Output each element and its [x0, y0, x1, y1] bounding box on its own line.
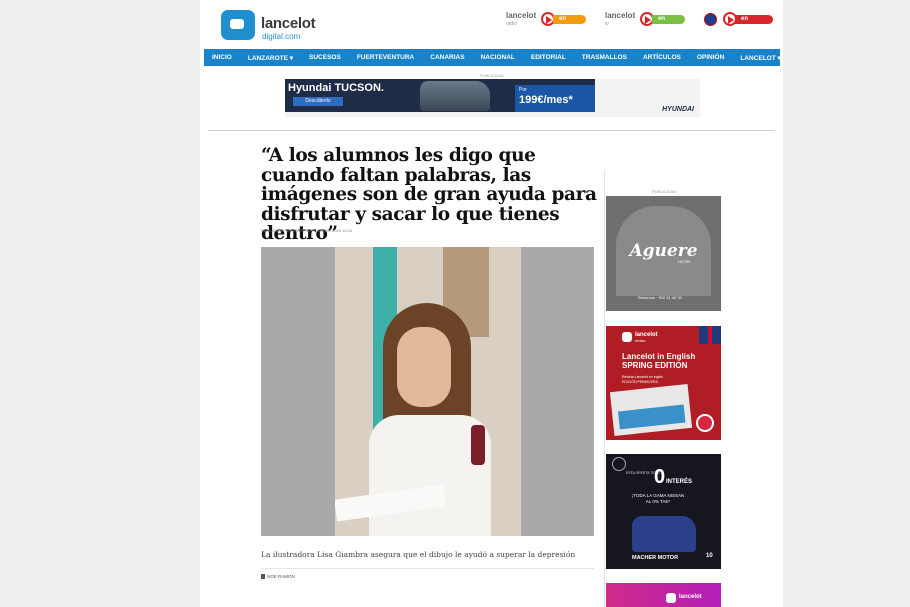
nav-item-articulos[interactable]: ARTÍCULOS: [635, 54, 689, 61]
hotel-sub: HOTEL: [678, 259, 692, 264]
lancelot-logo-icon: [622, 332, 632, 342]
offer-zero: 0: [654, 466, 666, 488]
sidebar-ad-nissan[interactable]: ESTA OFERTA TIENE 0 INTERÉS ¡TODA LA GAM…: [606, 454, 721, 569]
click-cursor-icon: [696, 414, 714, 432]
nav-item-lancelot[interactable]: LANCELOT ▾: [732, 54, 788, 62]
live-badge: en directo: [553, 15, 586, 31]
live-badge: en directo: [735, 15, 773, 31]
page: lancelot digital.com lancelot radio en d…: [200, 0, 783, 607]
hotel-name: Aguere: [629, 241, 698, 261]
nav-item-sucesos[interactable]: SUCESOS: [301, 54, 349, 61]
offer-interest: INTERÉS: [666, 479, 693, 485]
magazine-sub-1: Revista Lancelot en inglés: [622, 375, 663, 379]
live-badge: en directo: [652, 15, 685, 31]
offer-range: ¡TODA LA GAMA NISSAN AL 0% TAE*: [622, 493, 694, 505]
author-line[interactable]: NOE RAMÓN: [261, 574, 295, 580]
hotel-phone: Reservas · 922 31 40 30: [638, 295, 682, 300]
suv-image: [632, 516, 696, 552]
live-sub: tv: [605, 21, 609, 27]
price-prefix: Por: [519, 87, 527, 93]
sidebar-ad-lancelot[interactable]: lancelot: [606, 583, 721, 607]
nav-item-lanzarote[interactable]: LANZAROTE ▾: [240, 54, 301, 62]
warranty-badge: 10: [706, 553, 713, 559]
lancelot-logo-icon: [666, 593, 676, 603]
banner-cta-button[interactable]: Descúbrelo: [293, 97, 343, 106]
car-image: [420, 81, 490, 111]
magazine-logo-sub: revista: [635, 339, 646, 343]
lancelot-logo-text: lancelot: [679, 594, 702, 600]
top-banner-ad[interactable]: Hyundai TUCSON. Descúbrelo Por 199€/mes*…: [285, 79, 700, 117]
nissan-logo-icon: [612, 457, 626, 471]
live-stream-link[interactable]: en directo: [723, 11, 773, 31]
sidebar-ad-magazine[interactable]: lancelot revista Lancelot in English SPR…: [606, 326, 721, 440]
logo-sub: digital.com: [262, 32, 301, 41]
nav-item-canarias[interactable]: CANARIAS: [422, 54, 472, 61]
published-date: PUBLICADO: VIERNES, 20 FEBRERO 2015 15:1…: [261, 228, 353, 233]
author-icon: [261, 574, 265, 580]
ad-label: PUBLICIDAD: [480, 73, 505, 78]
nav-item-inicio[interactable]: INICIO: [204, 54, 240, 61]
logo-mark-icon: [221, 10, 255, 40]
dealer-name: MACHER MOTOR: [632, 555, 679, 561]
uk-flag-icon: [699, 326, 721, 344]
photo-scene: [335, 247, 521, 536]
hyundai-logo: HYUNDAI: [662, 106, 694, 113]
header-divider: [208, 130, 775, 131]
article-photo[interactable]: [261, 247, 594, 536]
photo-caption: La ilustradora Lisa Giambra asegura que …: [261, 550, 576, 559]
sidebar-ad-label: PUBLICIDAD: [652, 189, 677, 194]
nav-item-editorial[interactable]: EDITORIAL: [523, 54, 574, 61]
magazine-logo: lancelot: [635, 332, 658, 338]
price-value: 199€/mes*: [519, 94, 573, 106]
nav-item-fuerteventura[interactable]: FUERTEVENTURA: [349, 54, 422, 61]
nav-item-trasmallos[interactable]: TRASMALLOS: [574, 54, 635, 61]
radio-station-icon: [704, 13, 717, 26]
magazine-cover: [609, 384, 693, 436]
banner-title: Hyundai TUCSON.: [288, 82, 384, 94]
site-logo[interactable]: lancelot digital.com: [221, 10, 331, 44]
photo-face: [397, 327, 451, 407]
column-divider: [604, 170, 605, 607]
offer-range-2: AL 0% TAE*: [645, 499, 671, 504]
live-brand: lancelot: [506, 11, 537, 20]
live-sub: radio: [506, 21, 518, 27]
photo-shirt: [369, 415, 491, 536]
logo-word: lancelot: [261, 15, 316, 32]
nav-item-opinion[interactable]: OPINIÓN: [689, 54, 732, 61]
sidebar-ad-hotel[interactable]: Aguere HOTEL Reservas · 922 31 40 30: [606, 196, 721, 311]
magazine-sub-2: EDICIÓN PRIMAVERA: [622, 379, 658, 384]
author-name: NOE RAMÓN: [267, 574, 295, 579]
nav-item-nacional[interactable]: NACIONAL: [473, 54, 523, 61]
magazine-headline-2: SPRING EDITION: [622, 360, 688, 370]
live-brand: lancelot: [605, 11, 636, 20]
main-nav: INICIO LANZAROTE ▾ SUCESOS FUERTEVENTURA…: [204, 49, 781, 66]
live-tv-link[interactable]: lancelot tv en directo: [605, 11, 685, 31]
magazine-subtext: Revista Lancelot en inglés EDICIÓN PRIMA…: [622, 375, 663, 384]
caption-divider: [261, 568, 594, 569]
banner-price-box: Por 199€/mes*: [515, 85, 595, 112]
live-radio-link[interactable]: lancelot radio en directo: [506, 11, 586, 31]
magazine-headline: Lancelot in English SPRING EDITION: [622, 352, 695, 370]
